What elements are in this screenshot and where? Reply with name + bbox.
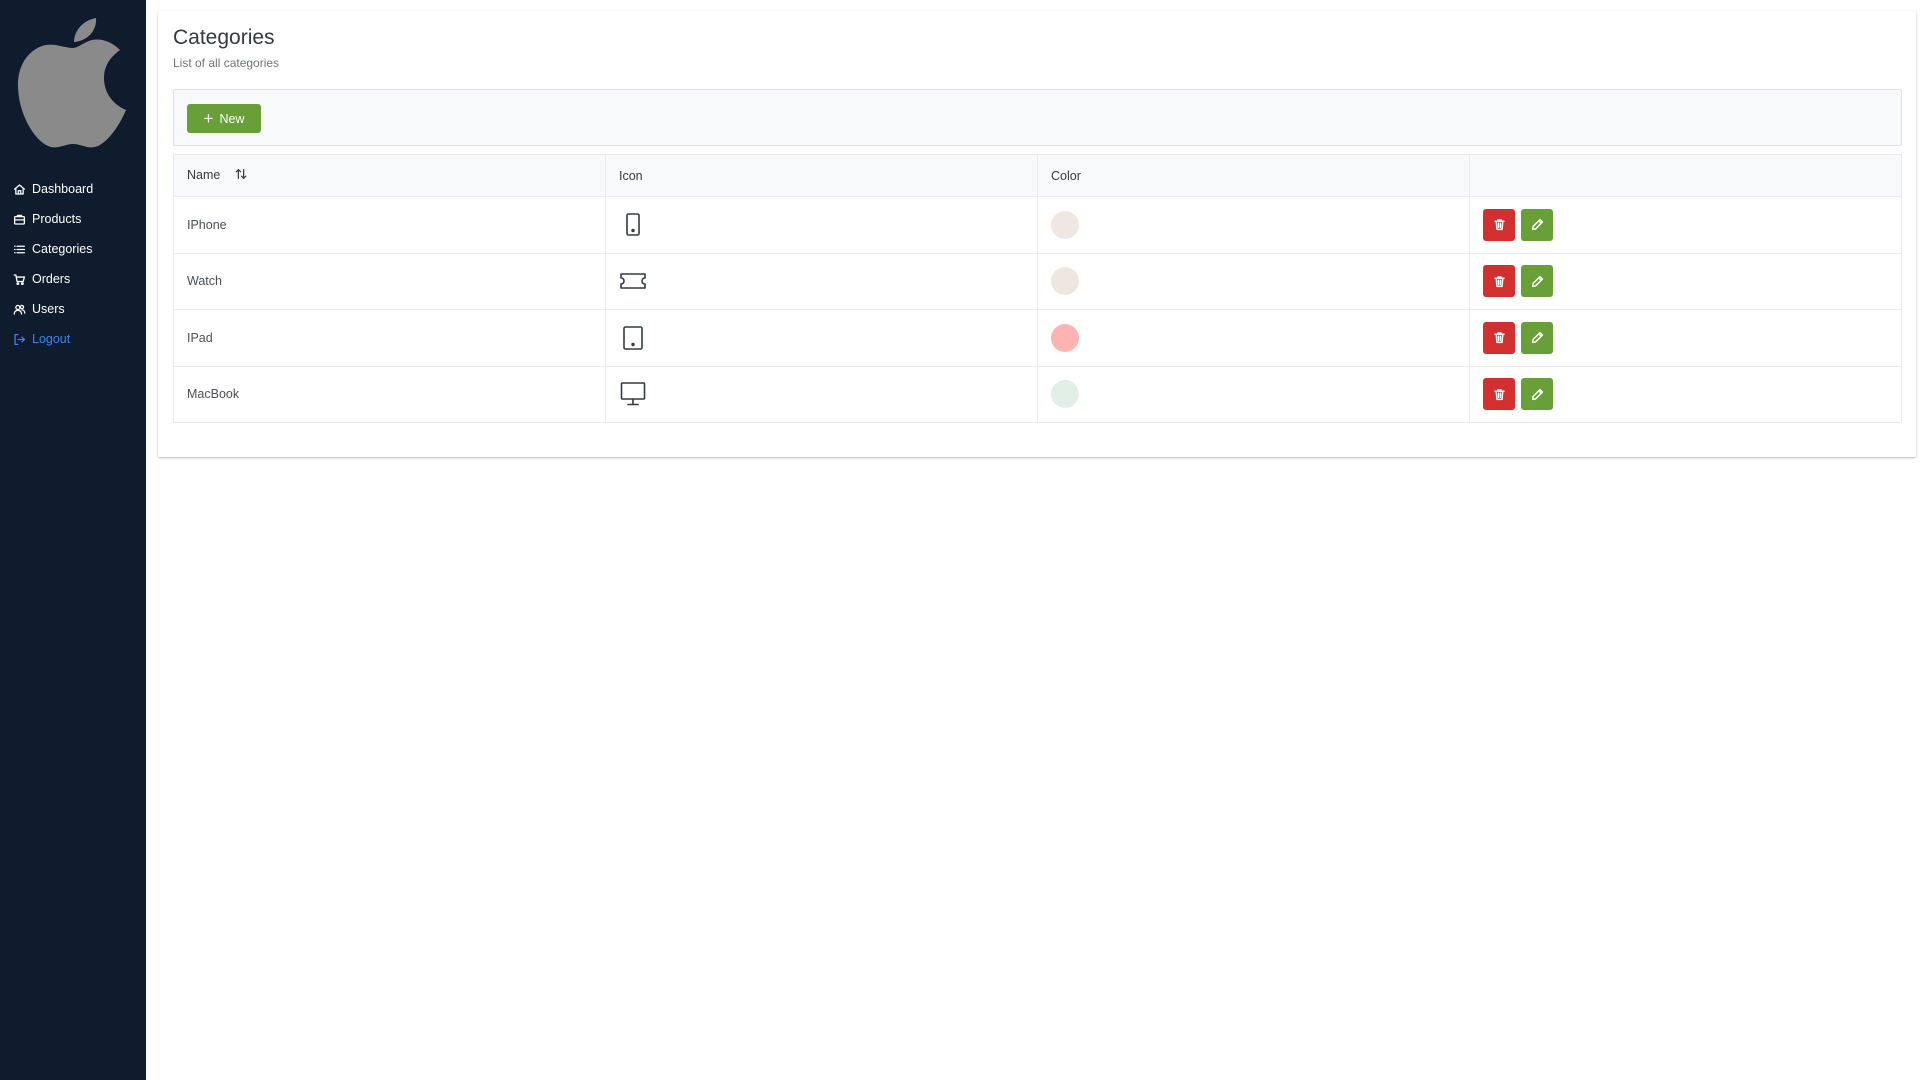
edit-button[interactable]: [1521, 265, 1553, 298]
sort-icon[interactable]: [234, 167, 248, 184]
category-name: MacBook: [173, 365, 606, 423]
column-header-label: Name: [187, 167, 221, 182]
icon-cell: [605, 309, 1038, 367]
color-swatch: [1051, 380, 1079, 409]
logout-icon: [12, 332, 26, 346]
page-subtitle: List of all categories: [173, 56, 280, 70]
color-cell: [1037, 365, 1470, 423]
new-button-label: New: [219, 111, 245, 126]
delete-button[interactable]: [1483, 265, 1515, 298]
column-header-name[interactable]: Name: [173, 154, 606, 197]
category-name: Watch: [173, 252, 606, 310]
new-category-button[interactable]: + New: [187, 104, 261, 133]
mobile-icon: [619, 211, 1024, 239]
sidebar-item-dashboard[interactable]: Dashboard: [0, 174, 146, 204]
sidebar-item-label: Dashboard: [32, 182, 94, 196]
color-swatch: [1051, 267, 1079, 296]
column-header-icon: Icon: [605, 154, 1038, 197]
ticket-icon: [619, 267, 1024, 295]
page-title: Categories: [173, 26, 275, 49]
pencil-icon: [1531, 332, 1543, 344]
row-actions: [1483, 321, 1888, 354]
apple-logo: [17, 18, 126, 148]
table-row: IPad: [173, 309, 1902, 367]
table-row: MacBook: [173, 365, 1902, 423]
icon-cell: [605, 252, 1038, 310]
sidebar-nav: Dashboard Products Categories Orders Use…: [0, 174, 146, 354]
toolbar: + New: [173, 89, 1902, 146]
edit-button[interactable]: [1521, 378, 1553, 411]
edit-button[interactable]: [1521, 208, 1553, 241]
color-cell: [1037, 196, 1470, 254]
tablet-icon: [619, 324, 1024, 352]
table-row: Watch: [173, 252, 1902, 310]
trash-icon: [1493, 276, 1505, 287]
row-actions: [1483, 378, 1888, 411]
users-icon: [12, 302, 26, 316]
column-header-label: Icon: [619, 168, 643, 183]
sidebar-item-label: Products: [32, 212, 82, 226]
categories-table: Name Icon Color IPhone Watch IPad MacBoo…: [173, 154, 1902, 423]
sidebar-item-label: Logout: [32, 332, 71, 346]
sidebar-item-logout[interactable]: Logout: [0, 324, 146, 354]
icon-cell: [605, 196, 1038, 254]
pencil-icon: [1531, 275, 1543, 287]
trash-icon: [1493, 332, 1505, 344]
sidebar-item-users[interactable]: Users: [0, 294, 146, 324]
sidebar-item-label: Users: [32, 302, 65, 316]
actions-cell: [1469, 365, 1902, 423]
actions-cell: [1469, 196, 1902, 254]
home-icon: [12, 182, 26, 196]
color-cell: [1037, 252, 1470, 310]
table-header-row: Name Icon Color: [173, 154, 1902, 197]
sidebar-item-categories[interactable]: Categories: [0, 234, 146, 264]
list-icon: [12, 242, 26, 256]
trash-icon: [1493, 389, 1505, 400]
category-name: IPhone: [173, 196, 606, 254]
desktop-icon: [619, 380, 1024, 408]
table-row: IPhone: [173, 196, 1902, 254]
pencil-icon: [1531, 388, 1543, 400]
sidebar-item-products[interactable]: Products: [0, 204, 146, 234]
edit-button[interactable]: [1521, 321, 1553, 354]
color-swatch: [1051, 210, 1079, 239]
delete-button[interactable]: [1483, 378, 1515, 411]
column-header-actions: [1469, 154, 1902, 197]
column-header-color: Color: [1037, 154, 1470, 197]
sidebar-item-orders[interactable]: Orders: [0, 264, 146, 294]
color-cell: [1037, 309, 1470, 367]
category-name: IPad: [173, 309, 606, 367]
pencil-icon: [1531, 219, 1543, 231]
sidebar: Dashboard Products Categories Orders Use…: [0, 0, 146, 1080]
sidebar-item-label: Categories: [32, 242, 93, 256]
column-header-label: Color: [1051, 168, 1081, 183]
actions-cell: [1469, 252, 1902, 310]
delete-button[interactable]: [1483, 321, 1515, 354]
delete-button[interactable]: [1483, 208, 1515, 241]
cart-icon: [12, 272, 26, 286]
plus-icon: +: [203, 109, 214, 128]
categories-card: Categories List of all categories + New …: [158, 11, 1916, 457]
color-swatch: [1051, 323, 1079, 352]
icon-cell: [605, 365, 1038, 423]
actions-cell: [1469, 309, 1902, 367]
briefcase-icon: [12, 212, 26, 226]
row-actions: [1483, 208, 1888, 241]
sidebar-item-label: Orders: [32, 272, 71, 286]
row-actions: [1483, 265, 1888, 298]
trash-icon: [1493, 219, 1505, 231]
